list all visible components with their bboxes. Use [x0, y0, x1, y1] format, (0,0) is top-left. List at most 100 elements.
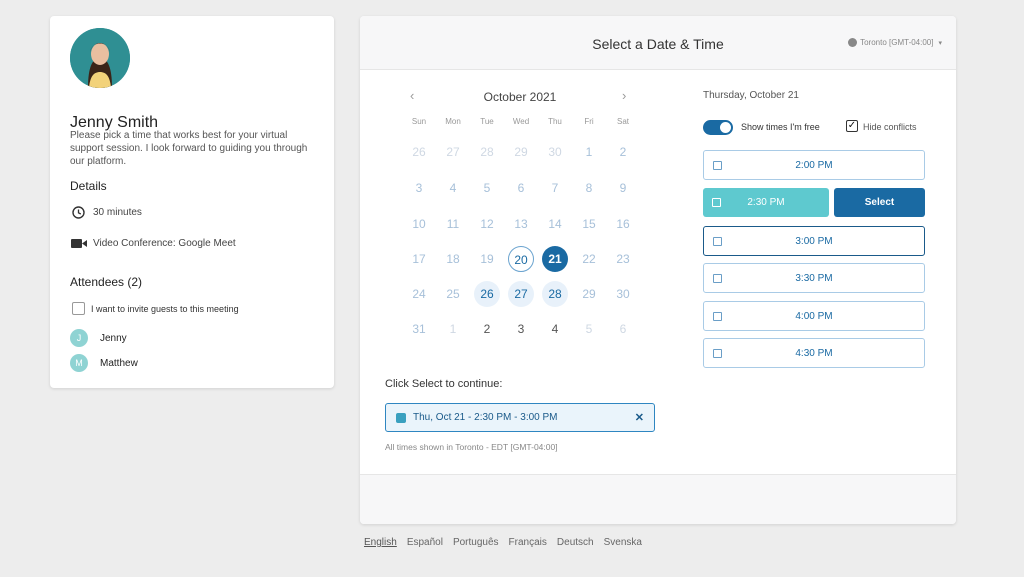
calendar-day: 29	[582, 287, 596, 301]
time-slot[interactable]: 2:00 PM	[703, 150, 925, 180]
calendar-day: 22	[582, 252, 596, 266]
calendar-day[interactable]: 2	[474, 316, 500, 342]
calendar-day: 6	[619, 322, 627, 336]
calendar-day: 30	[616, 287, 630, 301]
calendar-icon	[713, 273, 722, 283]
calendar-day-available[interactable]: 28	[542, 281, 568, 307]
calendar-day: 7	[551, 181, 559, 195]
calendar-day: 3	[415, 181, 423, 195]
language-selector: English Español Português Français Deuts…	[364, 537, 652, 548]
calendar-day: 23	[616, 252, 630, 266]
calendar-day-available[interactable]: 27	[508, 281, 534, 307]
calendar-day[interactable]: 4	[542, 316, 568, 342]
calendar-day: 19	[480, 252, 494, 266]
language-link-espanol[interactable]: Español	[407, 537, 443, 548]
calendar-day: 28	[480, 145, 494, 159]
weekday-label: Tue	[480, 117, 494, 126]
time-slot[interactable]: 4:30 PM	[703, 338, 925, 368]
hide-conflicts-checkbox[interactable]: ✓	[846, 120, 858, 132]
language-link-portugues[interactable]: Português	[453, 537, 499, 548]
calendar-day: 4	[449, 181, 457, 195]
calendar-day: 9	[619, 181, 627, 195]
timezone-label: Toronto [GMT-04:00]	[860, 38, 934, 47]
remove-selection-button[interactable]: ✕	[635, 411, 644, 424]
invite-guests-option[interactable]: I want to invite guests to this meeting	[72, 302, 239, 315]
invite-guests-label: I want to invite guests to this meeting	[91, 303, 239, 314]
calendar-day: 18	[446, 252, 460, 266]
time-slot[interactable]: 3:00 PM	[703, 226, 925, 256]
calendar-day: 5	[483, 181, 491, 195]
attendee-avatar: J	[70, 329, 88, 347]
calendar-day-today[interactable]: 20	[508, 246, 534, 272]
host-description: Please pick a time that works best for y…	[70, 130, 308, 167]
scheduler-card: Select a Date & Time Toronto [GMT-04:00]…	[360, 16, 956, 524]
language-link-english[interactable]: English	[364, 537, 397, 548]
language-link-svenska[interactable]: Svenska	[604, 537, 642, 548]
attendee-avatar: M	[70, 354, 88, 372]
calendar-day: 8	[585, 181, 593, 195]
check-icon	[396, 412, 406, 423]
calendar-day-selected[interactable]: 21	[542, 246, 568, 272]
duration-row: 30 minutes	[70, 205, 142, 219]
calendar-day: 26	[412, 145, 426, 159]
location-text: Video Conference: Google Meet	[93, 237, 236, 249]
calendar-icon	[713, 160, 722, 170]
attendee-item: J Jenny	[70, 329, 127, 347]
clock-icon	[70, 205, 87, 219]
timezone-note: All times shown in Toronto - EDT [GMT-04…	[385, 442, 558, 452]
location-row: Video Conference: Google Meet	[70, 236, 236, 250]
calendar-icon	[712, 198, 721, 207]
next-month-button[interactable]: ›	[622, 88, 626, 103]
invite-guests-checkbox[interactable]	[72, 302, 85, 315]
calendar-day: 27	[446, 145, 460, 159]
calendar-day: 25	[446, 287, 460, 301]
timezone-selector[interactable]: Toronto [GMT-04:00] ▾	[848, 38, 942, 47]
select-prompt: Click Select to continue:	[385, 378, 503, 390]
calendar-day: 16	[616, 217, 630, 231]
calendar-day: 10	[412, 217, 426, 231]
language-link-francais[interactable]: Français	[509, 537, 547, 548]
calendar-day: 30	[548, 145, 562, 159]
weekday-label: Sat	[616, 117, 629, 126]
calendar-day: 31	[412, 322, 426, 336]
time-slot[interactable]: 4:00 PM	[703, 301, 925, 331]
time-slot-label: 3:30 PM	[795, 272, 833, 284]
calendar-day: 1	[585, 145, 593, 159]
hide-conflicts-label: Hide conflicts	[863, 122, 917, 132]
select-button[interactable]: Select	[834, 188, 925, 217]
calendar-day: 17	[412, 252, 426, 266]
globe-icon	[848, 38, 858, 47]
selected-slot-summary: Thu, Oct 21 - 2:30 PM - 3:00 PM ✕	[385, 403, 655, 432]
weekday-label: Sun	[411, 117, 427, 126]
calendar-day: 15	[582, 217, 596, 231]
caret-down-icon: ▾	[938, 39, 942, 47]
weekday-label: Mon	[445, 117, 461, 126]
scheduler-header: Select a Date & Time Toronto [GMT-04:00]…	[360, 16, 956, 70]
scheduler-footer	[360, 474, 956, 524]
calendar-icon	[713, 348, 722, 358]
time-slot[interactable]: 3:30 PM	[703, 263, 925, 293]
attendee-item: M Matthew	[70, 354, 138, 372]
weekday-label: Thu	[548, 117, 562, 126]
calendar-day[interactable]: 3	[508, 316, 534, 342]
weekday-label: Fri	[584, 117, 594, 126]
show-free-toggle[interactable]	[703, 120, 733, 135]
time-slot-label: 4:00 PM	[795, 310, 833, 322]
calendar-day: 11	[446, 217, 460, 231]
weekday-label: Wed	[512, 117, 530, 126]
show-free-label: Show times I'm free	[741, 122, 820, 132]
month-label: October 2021	[483, 90, 557, 104]
calendar-day: 5	[585, 322, 593, 336]
prev-month-button[interactable]: ‹	[410, 88, 414, 103]
time-slot-label: 4:30 PM	[795, 347, 833, 359]
duration-text: 30 minutes	[93, 206, 142, 218]
selected-slot-text: Thu, Oct 21 - 2:30 PM - 3:00 PM	[413, 412, 558, 423]
calendar-day: 6	[517, 181, 525, 195]
time-slot-label: 3:00 PM	[795, 235, 833, 247]
calendar-icon	[713, 311, 722, 321]
calendar-day-available[interactable]: 26	[474, 281, 500, 307]
time-slot-label: 2:00 PM	[795, 159, 833, 171]
calendar-day: 29	[514, 145, 528, 159]
time-slot-selected[interactable]: 2:30 PM	[703, 188, 829, 217]
language-link-deutsch[interactable]: Deutsch	[557, 537, 594, 548]
